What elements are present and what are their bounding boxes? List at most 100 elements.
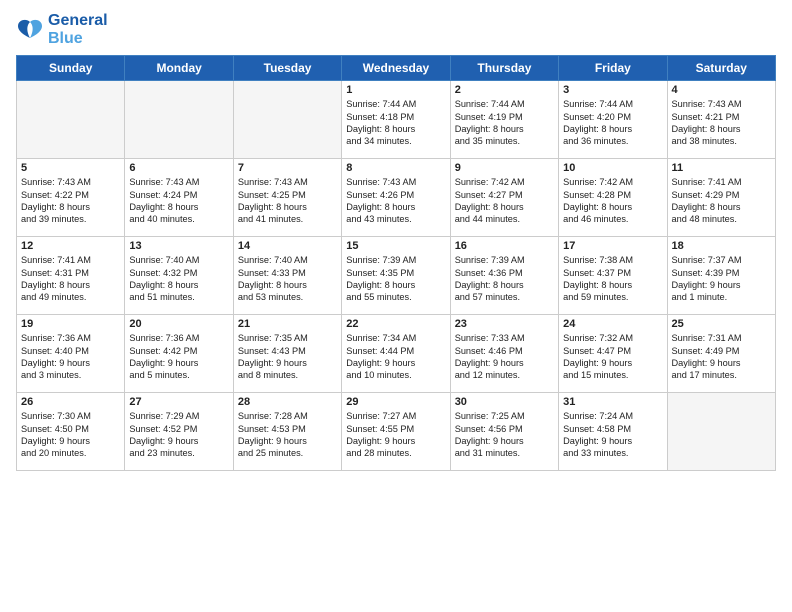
day-number: 24 <box>563 318 662 330</box>
day-info: Sunrise: 7:39 AMSunset: 4:35 PMDaylight:… <box>346 254 445 304</box>
calendar-cell: 29 Sunrise: 7:27 AMSunset: 4:55 PMDayligh… <box>342 393 450 471</box>
day-info: Sunrise: 7:43 AMSunset: 4:25 PMDaylight:… <box>238 176 337 226</box>
page: General Blue SundayMondayTuesdayWednesda… <box>0 0 792 612</box>
day-info: Sunrise: 7:43 AMSunset: 4:26 PMDaylight:… <box>346 176 445 226</box>
day-info: Sunrise: 7:40 AMSunset: 4:32 PMDaylight:… <box>129 254 228 304</box>
day-info: Sunrise: 7:33 AMSunset: 4:46 PMDaylight:… <box>455 332 554 382</box>
day-number: 16 <box>455 240 554 252</box>
calendar-cell: 15 Sunrise: 7:39 AMSunset: 4:35 PMDayligh… <box>342 237 450 315</box>
day-info: Sunrise: 7:38 AMSunset: 4:37 PMDaylight:… <box>563 254 662 304</box>
calendar-week-3: 12 Sunrise: 7:41 AMSunset: 4:31 PMDayligh… <box>17 237 776 315</box>
day-info: Sunrise: 7:44 AMSunset: 4:18 PMDaylight:… <box>346 98 445 148</box>
logo-icon <box>16 18 44 42</box>
calendar-cell: 21 Sunrise: 7:35 AMSunset: 4:43 PMDayligh… <box>233 315 341 393</box>
day-number: 1 <box>346 84 445 96</box>
weekday-header-tuesday: Tuesday <box>233 56 341 81</box>
weekday-header-monday: Monday <box>125 56 233 81</box>
logo-text: General Blue <box>48 12 108 47</box>
day-number: 23 <box>455 318 554 330</box>
day-number: 12 <box>21 240 120 252</box>
calendar-cell: 8 Sunrise: 7:43 AMSunset: 4:26 PMDaylight… <box>342 159 450 237</box>
calendar-cell: 23 Sunrise: 7:33 AMSunset: 4:46 PMDayligh… <box>450 315 558 393</box>
day-number: 6 <box>129 162 228 174</box>
calendar-cell <box>125 81 233 159</box>
day-number: 21 <box>238 318 337 330</box>
calendar-cell: 4 Sunrise: 7:43 AMSunset: 4:21 PMDaylight… <box>667 81 775 159</box>
logo: General Blue <box>16 12 108 47</box>
day-number: 5 <box>21 162 120 174</box>
day-number: 20 <box>129 318 228 330</box>
day-info: Sunrise: 7:32 AMSunset: 4:47 PMDaylight:… <box>563 332 662 382</box>
day-info: Sunrise: 7:43 AMSunset: 4:21 PMDaylight:… <box>672 98 771 148</box>
day-info: Sunrise: 7:39 AMSunset: 4:36 PMDaylight:… <box>455 254 554 304</box>
day-info: Sunrise: 7:27 AMSunset: 4:55 PMDaylight:… <box>346 410 445 460</box>
day-info: Sunrise: 7:34 AMSunset: 4:44 PMDaylight:… <box>346 332 445 382</box>
day-number: 8 <box>346 162 445 174</box>
day-number: 29 <box>346 396 445 408</box>
calendar-cell <box>233 81 341 159</box>
day-info: Sunrise: 7:24 AMSunset: 4:58 PMDaylight:… <box>563 410 662 460</box>
calendar-week-2: 5 Sunrise: 7:43 AMSunset: 4:22 PMDaylight… <box>17 159 776 237</box>
calendar-cell: 9 Sunrise: 7:42 AMSunset: 4:27 PMDaylight… <box>450 159 558 237</box>
day-number: 31 <box>563 396 662 408</box>
calendar-week-1: 1 Sunrise: 7:44 AMSunset: 4:18 PMDaylight… <box>17 81 776 159</box>
calendar-cell: 25 Sunrise: 7:31 AMSunset: 4:49 PMDayligh… <box>667 315 775 393</box>
day-info: Sunrise: 7:43 AMSunset: 4:24 PMDaylight:… <box>129 176 228 226</box>
day-info: Sunrise: 7:37 AMSunset: 4:39 PMDaylight:… <box>672 254 771 304</box>
calendar-cell: 26Sunrise: 7:30 AMSunset: 4:50 PMDayligh… <box>17 393 125 471</box>
day-info: Sunrise: 7:42 AMSunset: 4:28 PMDaylight:… <box>563 176 662 226</box>
day-info: Sunrise: 7:29 AMSunset: 4:52 PMDaylight:… <box>129 410 228 460</box>
calendar-cell: 31 Sunrise: 7:24 AMSunset: 4:58 PMDayligh… <box>559 393 667 471</box>
day-number: 27 <box>129 396 228 408</box>
calendar-cell: 12 Sunrise: 7:41 AMSunset: 4:31 PMDayligh… <box>17 237 125 315</box>
weekday-header-wednesday: Wednesday <box>342 56 450 81</box>
day-number: 11 <box>672 162 771 174</box>
day-info: Sunrise: 7:31 AMSunset: 4:49 PMDaylight:… <box>672 332 771 382</box>
day-info: Sunrise: 7:41 AMSunset: 4:29 PMDaylight:… <box>672 176 771 226</box>
calendar-cell: 2Sunrise: 7:44 AMSunset: 4:19 PMDaylight… <box>450 81 558 159</box>
calendar-cell: 5 Sunrise: 7:43 AMSunset: 4:22 PMDaylight… <box>17 159 125 237</box>
day-info: Sunrise: 7:43 AMSunset: 4:22 PMDaylight:… <box>21 176 120 226</box>
day-number: 7 <box>238 162 337 174</box>
day-info: Sunrise: 7:30 AMSunset: 4:50 PMDaylight:… <box>21 410 120 460</box>
calendar-cell: 28Sunrise: 7:28 AMSunset: 4:53 PMDayligh… <box>233 393 341 471</box>
day-info: Sunrise: 7:42 AMSunset: 4:27 PMDaylight:… <box>455 176 554 226</box>
weekday-header-row: SundayMondayTuesdayWednesdayThursdayFrid… <box>17 56 776 81</box>
calendar-cell: 3 Sunrise: 7:44 AMSunset: 4:20 PMDaylight… <box>559 81 667 159</box>
calendar-cell: 13 Sunrise: 7:40 AMSunset: 4:32 PMDayligh… <box>125 237 233 315</box>
calendar-cell: 6 Sunrise: 7:43 AMSunset: 4:24 PMDaylight… <box>125 159 233 237</box>
day-number: 3 <box>563 84 662 96</box>
day-number: 15 <box>346 240 445 252</box>
day-number: 17 <box>563 240 662 252</box>
day-number: 13 <box>129 240 228 252</box>
weekday-header-sunday: Sunday <box>17 56 125 81</box>
calendar-cell: 10Sunrise: 7:42 AMSunset: 4:28 PMDayligh… <box>559 159 667 237</box>
day-number: 25 <box>672 318 771 330</box>
day-number: 4 <box>672 84 771 96</box>
weekday-header-friday: Friday <box>559 56 667 81</box>
day-info: Sunrise: 7:35 AMSunset: 4:43 PMDaylight:… <box>238 332 337 382</box>
calendar-cell: 24 Sunrise: 7:32 AMSunset: 4:47 PMDayligh… <box>559 315 667 393</box>
header: General Blue <box>16 12 776 47</box>
day-info: Sunrise: 7:25 AMSunset: 4:56 PMDaylight:… <box>455 410 554 460</box>
day-number: 30 <box>455 396 554 408</box>
calendar-cell: 1 Sunrise: 7:44 AMSunset: 4:18 PMDaylight… <box>342 81 450 159</box>
day-number: 19 <box>21 318 120 330</box>
calendar-cell: 18 Sunrise: 7:37 AMSunset: 4:39 PMDayligh… <box>667 237 775 315</box>
calendar-cell: 22 Sunrise: 7:34 AMSunset: 4:44 PMDayligh… <box>342 315 450 393</box>
calendar-cell: 14Sunrise: 7:40 AMSunset: 4:33 PMDayligh… <box>233 237 341 315</box>
calendar-week-5: 26Sunrise: 7:30 AMSunset: 4:50 PMDayligh… <box>17 393 776 471</box>
day-number: 9 <box>455 162 554 174</box>
day-info: Sunrise: 7:41 AMSunset: 4:31 PMDaylight:… <box>21 254 120 304</box>
weekday-header-saturday: Saturday <box>667 56 775 81</box>
day-number: 22 <box>346 318 445 330</box>
day-info: Sunrise: 7:44 AMSunset: 4:20 PMDaylight:… <box>563 98 662 148</box>
calendar-cell: 11 Sunrise: 7:41 AMSunset: 4:29 PMDayligh… <box>667 159 775 237</box>
day-info: Sunrise: 7:28 AMSunset: 4:53 PMDaylight:… <box>238 410 337 460</box>
calendar-cell: 19 Sunrise: 7:36 AMSunset: 4:40 PMDayligh… <box>17 315 125 393</box>
day-number: 18 <box>672 240 771 252</box>
calendar-cell: 20Sunrise: 7:36 AMSunset: 4:42 PMDayligh… <box>125 315 233 393</box>
day-info: Sunrise: 7:36 AMSunset: 4:40 PMDaylight:… <box>21 332 120 382</box>
calendar-week-4: 19 Sunrise: 7:36 AMSunset: 4:40 PMDayligh… <box>17 315 776 393</box>
calendar-table: SundayMondayTuesdayWednesdayThursdayFrid… <box>16 55 776 471</box>
